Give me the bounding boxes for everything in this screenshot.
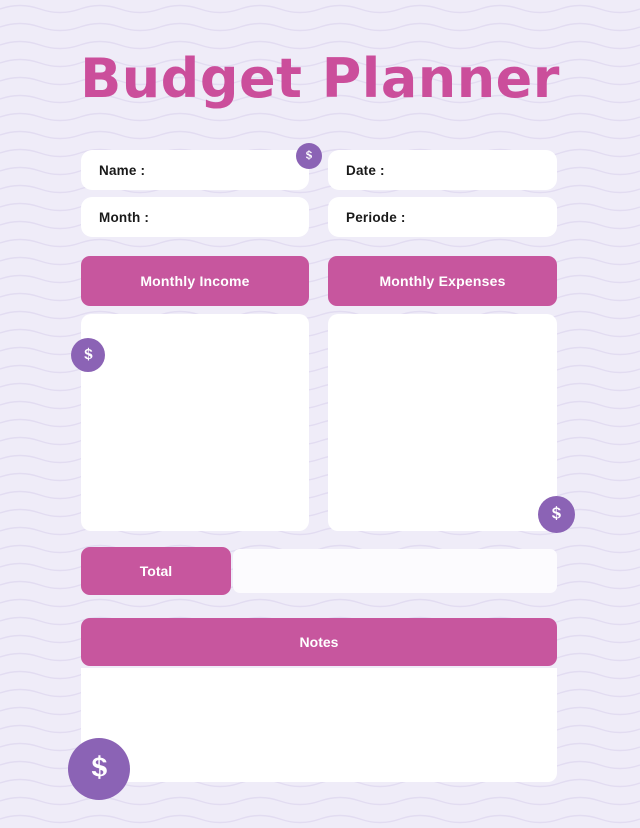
dollar-coin-icon	[71, 338, 105, 372]
name-field-label: Name :	[99, 162, 146, 178]
monthly-income-entries-area[interactable]	[81, 314, 309, 531]
total-value-area[interactable]	[233, 549, 557, 593]
date-field[interactable]: Date :	[328, 150, 557, 190]
notes-entry-area[interactable]	[81, 668, 557, 782]
month-field-label: Month :	[99, 209, 150, 225]
periode-field[interactable]: Periode :	[328, 197, 557, 237]
monthly-expenses-header: Monthly Expenses	[328, 256, 557, 306]
monthly-expenses-entries-area[interactable]	[328, 314, 557, 531]
name-field[interactable]: Name :	[81, 150, 309, 190]
total-label: Total	[81, 547, 231, 595]
notes-header: Notes	[81, 618, 557, 666]
budget-planner-page: Budget Planner Name : Date : Month : Per…	[0, 0, 640, 828]
dollar-coin-icon	[296, 143, 322, 169]
date-field-label: Date :	[346, 162, 385, 178]
page-title: Budget Planner	[80, 47, 560, 110]
dollar-coin-icon	[68, 738, 130, 800]
periode-field-label: Periode :	[346, 209, 406, 225]
dollar-coin-icon	[538, 496, 575, 533]
month-field[interactable]: Month :	[81, 197, 309, 237]
monthly-income-header: Monthly Income	[81, 256, 309, 306]
